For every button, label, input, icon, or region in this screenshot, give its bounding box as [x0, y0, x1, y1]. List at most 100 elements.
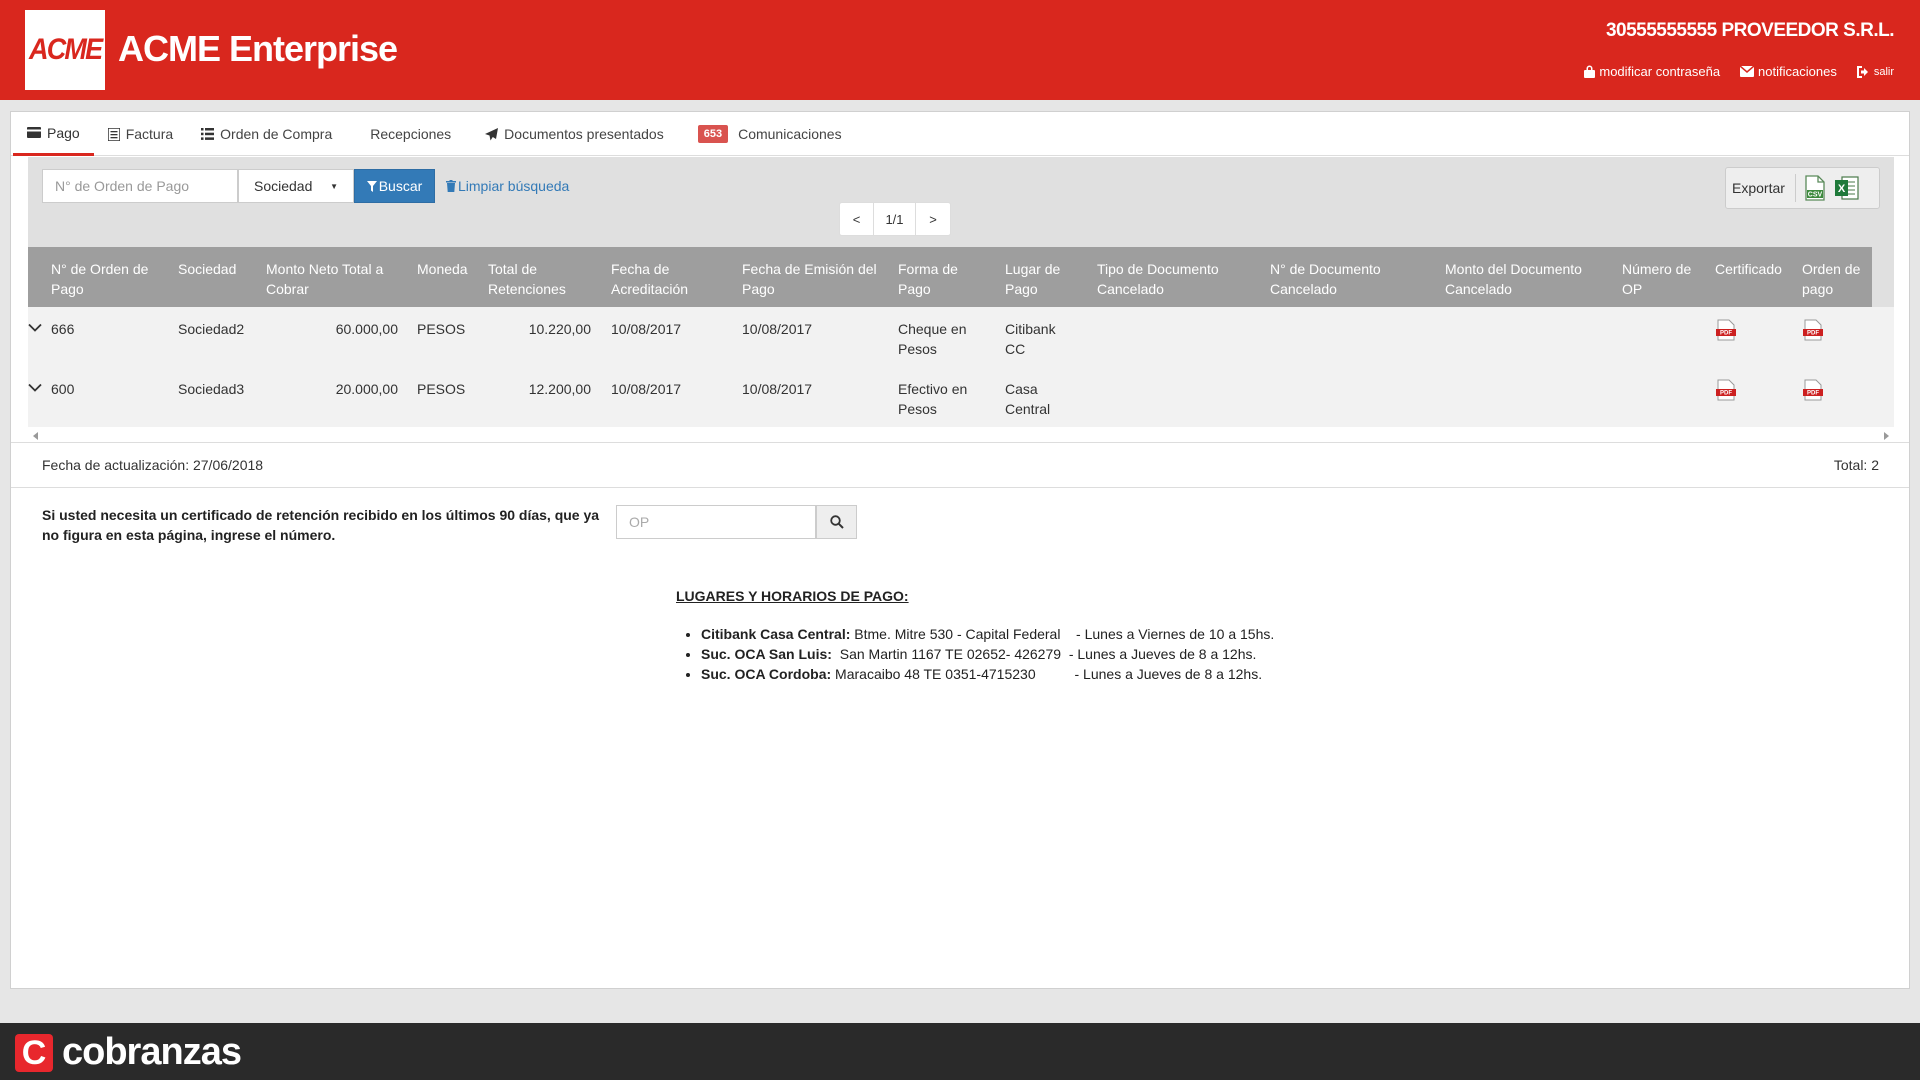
list-item: Suc. OCA San Luis: San Martin 1167 TE 02… — [701, 644, 1276, 664]
pdf-icon[interactable]: PDF — [1715, 319, 1737, 341]
col-fecha-acreditacion[interactable]: Fecha de Acreditación — [611, 259, 688, 299]
col-numero-op[interactable]: Número de OP — [1622, 259, 1691, 299]
logo-text: ACME — [28, 33, 103, 66]
payment-locations-title: LUGARES Y HORARIOS DE PAGO: — [676, 588, 909, 604]
tab-documentos-presentados[interactable]: Documentos presentados — [465, 112, 678, 156]
clear-search-link[interactable]: Limpiar búsqueda — [446, 178, 569, 194]
notifications-link[interactable]: notificaciones — [1740, 64, 1837, 79]
tab-comunicaciones[interactable]: 653 Comunicaciones — [678, 112, 856, 156]
excel-file-icon[interactable]: X — [1834, 175, 1859, 201]
caret-down-icon: ▼ — [330, 181, 338, 191]
cell-lugar-pago: Citibank CC — [1005, 321, 1056, 357]
table-header: N° de Orden de Pago Sociedad Monto Neto T… — [28, 247, 1872, 307]
company-name: 30555555555 PROVEEDOR S.R.L. — [1605, 20, 1895, 41]
col-numero-documento[interactable]: N° de Documento Cancelado — [1270, 259, 1381, 299]
change-password-label: modificar contraseña — [1599, 64, 1721, 79]
pdf-icon[interactable]: PDF — [1802, 379, 1824, 401]
main-panel: Pago Factura Orden de Compra Recepciones… — [10, 111, 1910, 989]
cell-emision: 10/08/2017 — [742, 381, 813, 397]
order-number-input[interactable]: N° de Orden de Pago — [42, 169, 238, 203]
next-page-button[interactable]: > — [916, 203, 950, 235]
list-item: Suc. OCA Cordoba: Maracaibo 48 TE 0351-4… — [701, 664, 1276, 684]
op-search-button[interactable] — [816, 505, 857, 539]
cell-acreditacion: 10/08/2017 — [611, 321, 682, 337]
cell-monto: 20.000,00 — [335, 381, 398, 397]
prev-page-button[interactable]: < — [840, 203, 874, 235]
col-tipo-documento[interactable]: Tipo de Documento Cancelado — [1097, 259, 1219, 299]
sociedad-select[interactable]: Sociedad ▼ — [238, 169, 354, 203]
paper-plane-icon — [485, 127, 499, 140]
tab-orden-compra[interactable]: Orden de Compra — [187, 112, 346, 156]
tab-recepciones-label: Recepciones — [370, 126, 452, 142]
cell-forma-pago: Cheque en Pesos — [898, 321, 967, 357]
payment-locations-list: Citibank Casa Central: Btme. Mitre 530 -… — [676, 624, 1276, 684]
certificate-instructions: Si usted necesita un certificado de rete… — [42, 507, 600, 543]
results-footer: Fecha de actualización: 27/06/2018 Total… — [11, 442, 1909, 488]
col-monto-documento[interactable]: Monto del Documento Cancelado — [1445, 259, 1582, 299]
cell-orden: 600 — [51, 381, 75, 397]
col-lugar-pago[interactable]: Lugar de Pago — [1005, 259, 1060, 299]
payment-locations: LUGARES Y HORARIOS DE PAGO: Citibank Cas… — [676, 588, 1276, 684]
tab-pago[interactable]: Pago — [13, 112, 94, 156]
list-icon — [201, 128, 215, 140]
chevron-down-icon[interactable] — [28, 383, 42, 393]
col-orden-pago[interactable]: N° de Orden de Pago — [51, 259, 148, 299]
filter-icon — [366, 180, 377, 192]
search-button-label: Buscar — [378, 178, 423, 194]
chevron-down-icon[interactable] — [28, 323, 42, 333]
cell-moneda: PESOS — [417, 381, 466, 397]
user-links: modificar contraseña notificaciones sali… — [1584, 64, 1894, 79]
col-sociedad[interactable]: Sociedad — [178, 259, 236, 279]
col-orden-pago-pdf[interactable]: Orden de pago — [1802, 259, 1860, 299]
cell-moneda: PESOS — [417, 321, 466, 337]
table-row[interactable]: 600 Sociedad3 20.000,00 PESOS 12.200,00 … — [28, 367, 1894, 427]
cell-forma-pago: Efectivo en Pesos — [898, 381, 968, 417]
scroll-left-icon[interactable] — [33, 432, 39, 440]
envelope-icon — [1740, 66, 1755, 77]
search-button[interactable]: Buscar — [354, 169, 435, 203]
cell-lugar-pago: Casa Central — [1005, 381, 1051, 417]
col-moneda[interactable]: Moneda — [417, 259, 468, 279]
unread-count-badge: 653 — [697, 125, 729, 143]
cell-emision: 10/08/2017 — [742, 321, 813, 337]
tab-recepciones[interactable]: Recepciones — [346, 112, 465, 156]
tab-pago-label: Pago — [47, 124, 80, 141]
cobranzas-logo-icon: C — [15, 1034, 53, 1072]
cell-sociedad: Sociedad3 — [178, 381, 245, 397]
logout-link[interactable]: salir — [1856, 65, 1894, 78]
col-forma-pago[interactable]: Forma de Pago — [898, 259, 958, 299]
page-indicator: 1/1 — [874, 203, 916, 235]
col-monto-neto[interactable]: Monto Neto Total a Cobrar — [266, 259, 383, 299]
change-password-link[interactable]: modificar contraseña — [1584, 64, 1720, 79]
col-total-retenciones[interactable]: Total de Retenciones — [488, 259, 566, 299]
clear-search-label: Limpiar búsqueda — [458, 178, 570, 194]
tab-factura[interactable]: Factura — [94, 112, 187, 156]
credit-card-icon — [27, 127, 41, 138]
pdf-icon[interactable]: PDF — [1802, 319, 1824, 341]
scroll-right-icon[interactable] — [1883, 432, 1889, 440]
pdf-icon[interactable]: PDF — [1715, 379, 1737, 401]
tab-bar: Pago Factura Orden de Compra Recepciones… — [11, 112, 1909, 156]
tab-factura-label: Factura — [125, 126, 174, 142]
col-certificado[interactable]: Certificado — [1715, 259, 1782, 279]
results-area: N° de Orden de Pago Sociedad ▼ Buscar Li… — [28, 157, 1894, 440]
lock-icon — [1584, 65, 1596, 78]
cell-acreditacion: 10/08/2017 — [611, 381, 682, 397]
tab-comunicaciones-label: Comunicaciones — [738, 126, 842, 142]
horizontal-scrollbar[interactable] — [28, 429, 1894, 443]
notifications-label: notificaciones — [1758, 64, 1837, 79]
table-row[interactable]: 666 Sociedad2 60.000,00 PESOS 10.220,00 … — [28, 307, 1894, 367]
footer-bar: C cobranzas — [0, 1023, 1920, 1080]
acme-logo[interactable]: ACME — [25, 10, 105, 90]
col-fecha-emision[interactable]: Fecha de Emisión del Pago — [742, 259, 877, 299]
svg-text:PDF: PDF — [1720, 391, 1732, 397]
document-icon — [107, 127, 120, 141]
order-number-placeholder: N° de Orden de Pago — [55, 178, 190, 194]
csv-file-icon[interactable]: CSV — [1804, 175, 1826, 201]
tab-documentos-label: Documentos presentados — [504, 126, 664, 142]
svg-text:CSV: CSV — [1808, 192, 1823, 199]
cell-monto: 60.000,00 — [335, 321, 398, 337]
svg-text:PDF: PDF — [1720, 331, 1732, 337]
op-number-input[interactable]: OP — [616, 505, 816, 539]
svg-text:PDF: PDF — [1807, 391, 1819, 397]
